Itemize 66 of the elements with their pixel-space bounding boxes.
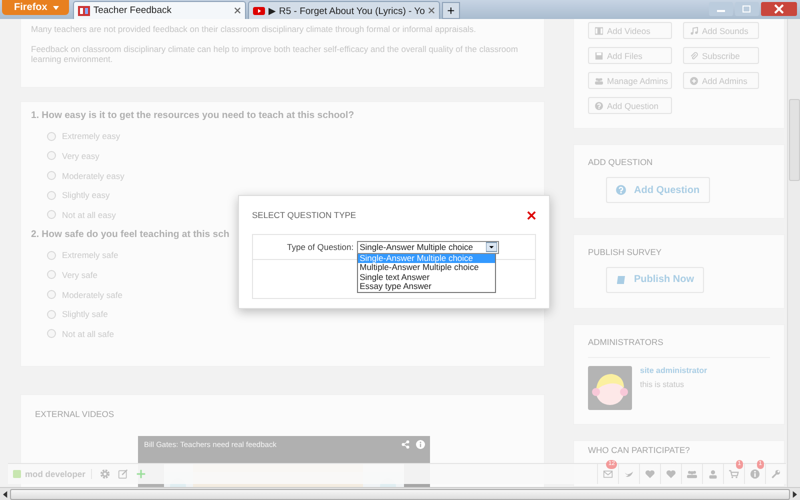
section-heading: PUBLISH SURVEY xyxy=(588,246,663,257)
video-icon xyxy=(253,4,266,16)
info-icon[interactable] xyxy=(750,469,760,479)
section-heading: ADD QUESTION xyxy=(588,157,654,167)
user-icon[interactable] xyxy=(708,469,718,479)
radio-button[interactable] xyxy=(47,132,56,141)
question-icon xyxy=(616,185,626,195)
radio-button[interactable] xyxy=(47,151,56,160)
radio-button[interactable] xyxy=(47,329,56,338)
radio-button[interactable] xyxy=(47,270,56,280)
plus-circle-icon xyxy=(690,76,698,84)
scroll-right-icon[interactable] xyxy=(792,491,797,498)
browser-tab[interactable]: Teacher Feedback xyxy=(73,1,246,19)
question-title: 1. How easy is it to get the resources you need to teach at this school? xyxy=(31,110,356,121)
add-icon[interactable] xyxy=(136,469,146,479)
book-icon xyxy=(616,274,626,285)
heart-icon[interactable] xyxy=(645,469,655,479)
horizontal-scrollbar[interactable] xyxy=(0,487,800,500)
edit-icon[interactable] xyxy=(118,469,128,479)
share-icon[interactable] xyxy=(401,440,410,448)
question-title: 2. How safe do you feel teaching at this sch xyxy=(31,228,230,240)
cart-icon[interactable] xyxy=(729,469,739,479)
dropdown-option[interactable]: Single text Answer xyxy=(358,272,495,282)
section-heading: WHO CAN PARTICIPATE? xyxy=(588,444,691,455)
radio-button[interactable] xyxy=(47,210,56,220)
film-icon xyxy=(595,26,603,34)
close-icon[interactable] xyxy=(761,2,797,16)
dropdown-option[interactable]: Multiple-Answer Multiple choice xyxy=(358,263,495,272)
publish-button[interactable]: Publish Now xyxy=(606,266,704,293)
minimize-icon[interactable] xyxy=(709,2,733,16)
mail-icon[interactable] xyxy=(603,469,613,479)
group-icon xyxy=(595,76,603,84)
question-icon xyxy=(595,102,603,110)
dialog-title: SELECT QUESTION TYPE xyxy=(252,210,356,220)
radio-button[interactable] xyxy=(47,190,56,200)
music-note-icon xyxy=(690,26,698,34)
page-icon xyxy=(78,4,90,16)
settings-icon[interactable] xyxy=(100,469,110,479)
field-label: Type of Question: xyxy=(287,242,354,252)
section-heading: EXTERNAL VIDEOS xyxy=(35,408,116,418)
firefox-menu-button[interactable]: Firefox xyxy=(2,0,70,15)
close-icon[interactable] xyxy=(428,7,435,14)
radio-button[interactable] xyxy=(47,310,56,319)
radio-button[interactable] xyxy=(47,171,56,180)
admin-name-link[interactable]: site administrator xyxy=(640,366,708,375)
add-question-button[interactable]: Add Question xyxy=(606,177,710,203)
browser-tab[interactable]: ▶ R5 - Forget About You (Lyrics) - Yo xyxy=(248,1,440,19)
heart-icon[interactable] xyxy=(666,469,676,479)
restore-icon[interactable] xyxy=(735,2,759,16)
paperclip-icon xyxy=(690,52,698,60)
avatar xyxy=(588,366,632,410)
dropdown-option[interactable]: Essay type Answer xyxy=(358,282,495,292)
new-tab-button[interactable]: + xyxy=(442,2,460,19)
dropdown-arrow-icon[interactable] xyxy=(486,242,497,252)
question-type-select[interactable]: Single-Answer Multiple choice xyxy=(356,240,499,254)
wrench-icon[interactable] xyxy=(771,469,781,479)
info-icon[interactable] xyxy=(416,440,425,448)
radio-button[interactable] xyxy=(47,250,56,260)
close-icon[interactable] xyxy=(234,7,242,14)
radio-button[interactable] xyxy=(47,290,56,300)
section-heading: ADMINISTRATORS xyxy=(588,336,770,358)
close-icon[interactable] xyxy=(527,210,536,220)
status-square-icon xyxy=(13,470,21,478)
scroll-left-icon[interactable] xyxy=(3,491,8,498)
vertical-scrollbar[interactable] xyxy=(787,19,800,487)
group-icon[interactable] xyxy=(687,469,697,479)
